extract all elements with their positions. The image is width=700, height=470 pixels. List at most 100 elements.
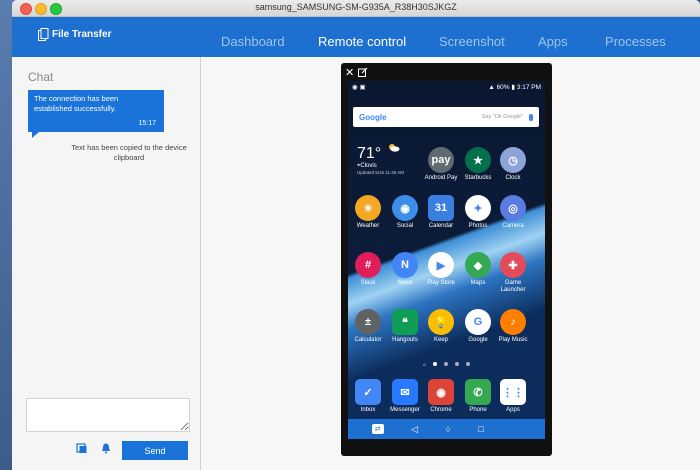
app-apps[interactable]: ⋮⋮ Apps: [493, 379, 533, 414]
chat-input[interactable]: [26, 398, 190, 432]
file-transfer-icon: [38, 28, 49, 41]
tab-remote-control[interactable]: Remote control: [318, 34, 406, 49]
home-icon[interactable]: ○: [446, 424, 451, 434]
app-chrome[interactable]: ◉ Chrome: [421, 379, 461, 414]
chat-panel: Chat The connection has been established…: [12, 57, 201, 470]
app-play-music[interactable]: ♪ Play Music: [493, 309, 533, 344]
app-photos[interactable]: ✦ Photos: [458, 195, 498, 230]
game-launcher-icon: ✚: [500, 252, 526, 278]
android-pay-icon: pay: [428, 147, 454, 173]
weather-city: ⌖Clovis: [357, 163, 377, 169]
keep-icon: 💡: [428, 309, 454, 335]
photos-icon: ✦: [465, 195, 491, 221]
page-dot: [455, 362, 460, 366]
social-icon: ◉: [392, 195, 418, 221]
inbox-icon: ✓: [355, 379, 381, 405]
home-page-dot: ⌂: [422, 362, 427, 368]
back-icon[interactable]: ◁: [411, 424, 418, 435]
page-indicator: ⌂: [348, 362, 545, 368]
app-keep[interactable]: 💡 Keep: [421, 309, 461, 344]
mic-icon[interactable]: [529, 113, 533, 121]
apps-icon: ⋮⋮: [500, 379, 526, 405]
window-title: samsung_SAMSUNG-SM-G935A_R38H30SJKGZ: [255, 2, 457, 12]
search-hint: Say "Ok Google": [481, 114, 523, 120]
app-label: Keep: [433, 337, 448, 343]
app-label: Weather: [356, 223, 380, 229]
app-game-launcher[interactable]: ✚ Game Launcher: [493, 252, 533, 294]
send-button[interactable]: Send: [122, 441, 188, 460]
app-inbox[interactable]: ✓ Inbox: [348, 379, 388, 414]
system-message: Text has been copied to the device clipb…: [71, 143, 187, 162]
weather-widget[interactable]: 71° ⌖Clovis Updated 5/16 11:45 AM: [357, 144, 404, 175]
tab-processes[interactable]: Processes: [605, 34, 666, 49]
app-label: Camera: [502, 223, 524, 229]
app-logo: File Transfer: [38, 28, 111, 41]
app-google[interactable]: G Google: [458, 309, 498, 344]
starbucks-icon: ★: [465, 147, 491, 173]
app-label: Slack: [360, 280, 376, 286]
remote-control-view: ✕ ◉ ▣ ▲ 60% ▮ 3:17 PM Google Say "Ok Goo…: [201, 57, 700, 470]
remote-toolbar: ✕: [345, 66, 368, 79]
page-dot: [444, 362, 449, 366]
app-label: Hangouts: [392, 337, 418, 343]
file-send-icon[interactable]: [76, 442, 88, 454]
chrome-icon: ◉: [428, 379, 454, 405]
app-label: Chrome: [430, 407, 452, 413]
device-screen[interactable]: ◉ ▣ ▲ 60% ▮ 3:17 PM Google Say "Ok Googl…: [348, 81, 545, 439]
status-notification-icons: ◉ ▣: [352, 83, 366, 91]
app-window: samsung_SAMSUNG-SM-G935A_R38H30SJKGZ Fil…: [12, 0, 700, 470]
app-starbucks[interactable]: ★ Starbucks: [458, 147, 498, 182]
app-messenger[interactable]: ✉ Messenger: [385, 379, 425, 414]
camera-icon: ◎: [500, 195, 526, 221]
app-maps[interactable]: ◆ Maps: [458, 252, 498, 287]
notification-bell-icon[interactable]: [100, 442, 112, 454]
news-icon: N: [392, 252, 418, 278]
app-social[interactable]: ◉ Social: [385, 195, 425, 230]
chat-message-text: The connection has been established succ…: [34, 94, 119, 113]
app-label: Android Pay: [424, 175, 458, 181]
maps-icon: ◆: [465, 252, 491, 278]
app-label: Starbucks: [464, 175, 492, 181]
play-music-icon: ♪: [500, 309, 526, 335]
slack-icon: #: [355, 252, 381, 278]
app-label: Social: [396, 223, 414, 229]
app-label: Calculator: [354, 337, 382, 343]
recent-apps-icon[interactable]: □: [478, 424, 483, 434]
app-slack[interactable]: # Slack: [348, 252, 388, 287]
tab-apps[interactable]: Apps: [538, 34, 568, 49]
app-clock[interactable]: ◷ Clock: [493, 147, 533, 182]
app-label: Apps: [506, 407, 520, 413]
tab-dashboard[interactable]: Dashboard: [221, 34, 285, 49]
app-news[interactable]: N News: [385, 252, 425, 287]
app-camera[interactable]: ◎ Camera: [493, 195, 533, 230]
title-bar: samsung_SAMSUNG-SM-G935A_R38H30SJKGZ: [12, 0, 700, 17]
app-label: Clock: [505, 175, 521, 181]
app-label: News: [397, 280, 413, 286]
remote-nav-bar: ⇄ ◁ ○ □: [348, 419, 545, 439]
status-right: ▲ 60% ▮ 3:17 PM: [488, 83, 541, 91]
app-label: Messenger: [390, 407, 420, 413]
app-calculator[interactable]: ± Calculator: [348, 309, 388, 344]
app-play-store[interactable]: ▶ Play Store: [421, 252, 461, 287]
google-search-bar[interactable]: Google Say "Ok Google": [353, 107, 539, 127]
app-label: Phone: [469, 407, 487, 413]
weather-icon: ☀: [355, 195, 381, 221]
tab-screenshot[interactable]: Screenshot: [439, 34, 505, 49]
google-logo: Google: [359, 112, 387, 122]
edit-icon[interactable]: [358, 67, 368, 77]
close-icon[interactable]: ✕: [345, 66, 354, 79]
chat-message-time: 15:17: [138, 120, 156, 127]
weather-updated: Updated 5/16 11:45 AM: [357, 170, 404, 175]
app-calendar[interactable]: 31 Calendar: [421, 195, 461, 230]
app-hangouts[interactable]: ❝ Hangouts: [385, 309, 425, 344]
teamviewer-icon[interactable]: ⇄: [371, 424, 384, 434]
app-label: Calendar: [428, 223, 454, 229]
app-weather[interactable]: ☀ Weather: [348, 195, 388, 230]
app-phone[interactable]: ✆ Phone: [458, 379, 498, 414]
app-label: Google: [468, 337, 488, 343]
hangouts-icon: ❝: [392, 309, 418, 335]
chat-bubble-tail: [32, 132, 39, 138]
app-android-pay[interactable]: pay Android Pay: [421, 147, 461, 182]
logo-text: File Transfer: [52, 29, 112, 40]
app-label: Inbox: [360, 407, 376, 413]
